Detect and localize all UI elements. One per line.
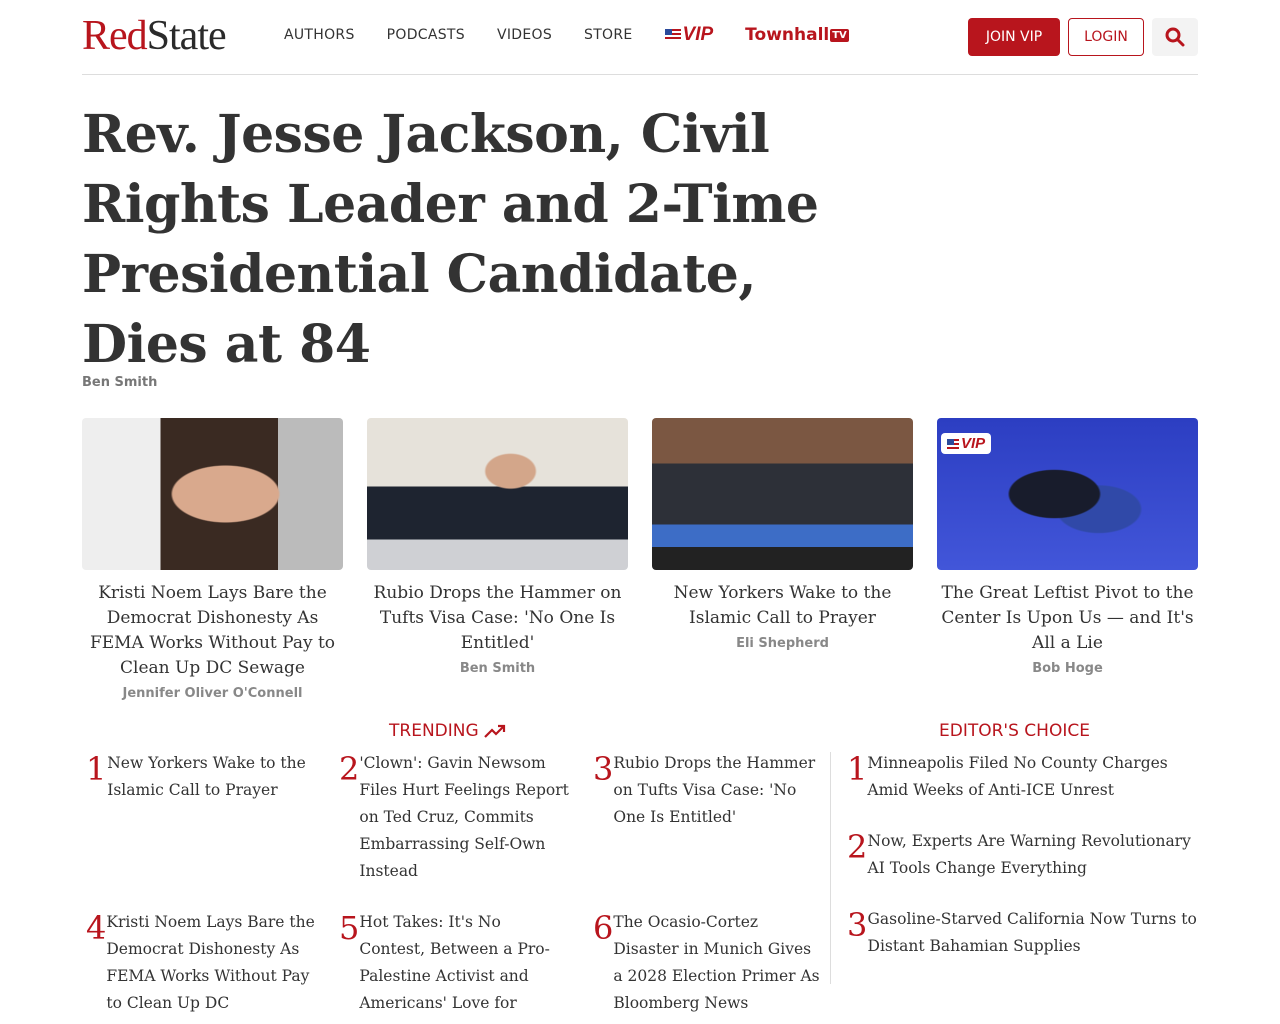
nav-vip[interactable]: VIP [664,24,713,46]
editors-item[interactable]: 2 Now, Experts Are Warning Revolutionary… [847,828,1198,882]
trending-item[interactable]: 4 Kristi Noem Lays Bare the Democrat Dis… [86,909,316,1017]
trending-title[interactable]: The Ocasio-Cortez Disaster in Munich Giv… [613,909,823,1017]
rank-number: 1 [86,750,107,788]
search-icon [1165,27,1185,47]
vip-badge: VIP [941,433,992,454]
editors-title[interactable]: Now, Experts Are Warning Revolutionary A… [868,828,1198,882]
rank-number: 3 [847,906,868,944]
story-title[interactable]: The Great Leftist Pivot to the Center Is… [937,581,1198,656]
story-title[interactable]: Rubio Drops the Hammer on Tufts Visa Cas… [367,581,628,656]
story-card[interactable]: VIP The Great Leftist Pivot to the Cente… [937,418,1198,701]
story-author[interactable]: Jennifer Oliver O'Connell [82,686,343,701]
login-button[interactable]: LOGIN [1068,18,1144,56]
trending-item[interactable]: 6 The Ocasio-Cortez Disaster in Munich G… [593,909,823,1017]
story-card[interactable]: New Yorkers Wake to the Islamic Call to … [652,418,913,701]
nav-store[interactable]: STORE [584,27,633,43]
story-author[interactable]: Eli Shepherd [652,636,913,651]
search-button[interactable] [1152,18,1198,56]
rank-number: 4 [86,909,107,947]
story-author[interactable]: Bob Hoge [937,661,1198,676]
editors-title[interactable]: Minneapolis Filed No County Charges Amid… [867,750,1198,804]
editors-choice-heading: EDITOR'S CHOICE [939,721,1090,741]
trending-item[interactable]: 3 Rubio Drops the Hammer on Tufts Visa C… [593,750,823,831]
main-nav: AUTHORS PODCASTS VIDEOS STORE VIP Townha… [284,24,849,46]
rank-number: 1 [847,750,868,788]
rank-number: 2 [847,828,868,866]
story-title[interactable]: Kristi Noem Lays Bare the Democrat Disho… [82,581,343,681]
trending-item[interactable]: 1 New Yorkers Wake to the Islamic Call t… [86,750,316,804]
join-vip-button[interactable]: JOIN VIP [968,18,1060,56]
site-logo[interactable]: RedState [82,13,227,59]
rank-number: 6 [593,909,614,947]
story-card[interactable]: Kristi Noem Lays Bare the Democrat Disho… [82,418,343,701]
editors-title[interactable]: Gasoline-Starved California Now Turns to… [868,906,1198,960]
rank-number: 2 [339,750,360,788]
rank-number: 3 [593,750,614,788]
trending-arrow-icon [483,724,505,738]
story-card[interactable]: Rubio Drops the Hammer on Tufts Visa Cas… [367,418,628,701]
editors-item[interactable]: 3 Gasoline-Starved California Now Turns … [847,906,1198,960]
story-image[interactable] [652,418,913,570]
trending-item[interactable]: 2 'Clown': Gavin Newsom Files Hurt Feeli… [339,750,569,885]
trending-title[interactable]: Kristi Noem Lays Bare the Democrat Disho… [106,909,316,1017]
nav-videos[interactable]: VIDEOS [497,27,552,43]
flag-icon [664,29,681,41]
nav-townhall-tv[interactable]: Townhall TV [745,25,849,45]
featured-cards: Kristi Noem Lays Bare the Democrat Disho… [82,418,1198,701]
nav-podcasts[interactable]: PODCASTS [387,27,465,43]
story-image[interactable] [82,418,343,570]
story-image[interactable] [367,418,628,570]
site-header: RedState AUTHORS PODCASTS VIDEOS STORE V… [82,0,1198,75]
trending-heading: TRENDING [389,721,506,741]
trending-title[interactable]: Hot Takes: It's No Contest, Between a Pr… [359,909,569,1017]
flag-icon [947,438,959,449]
lead-headline[interactable]: Rev. Jesse Jackson, Civil Rights Leader … [82,100,842,380]
column-divider [830,752,831,984]
trending-title[interactable]: 'Clown': Gavin Newsom Files Hurt Feeling… [359,750,569,885]
trending-item[interactable]: 5 Hot Takes: It's No Contest, Between a … [339,909,569,1017]
trending-title[interactable]: Rubio Drops the Hammer on Tufts Visa Cas… [613,750,823,831]
story-image[interactable]: VIP [937,418,1198,570]
trending-title[interactable]: New Yorkers Wake to the Islamic Call to … [107,750,316,804]
rank-number: 5 [339,909,360,947]
nav-authors[interactable]: AUTHORS [284,27,355,43]
lead-byline[interactable]: Ben Smith [82,375,157,390]
story-title[interactable]: New Yorkers Wake to the Islamic Call to … [652,581,913,631]
story-author[interactable]: Ben Smith [367,661,628,676]
editors-item[interactable]: 1 Minneapolis Filed No County Charges Am… [847,750,1198,804]
